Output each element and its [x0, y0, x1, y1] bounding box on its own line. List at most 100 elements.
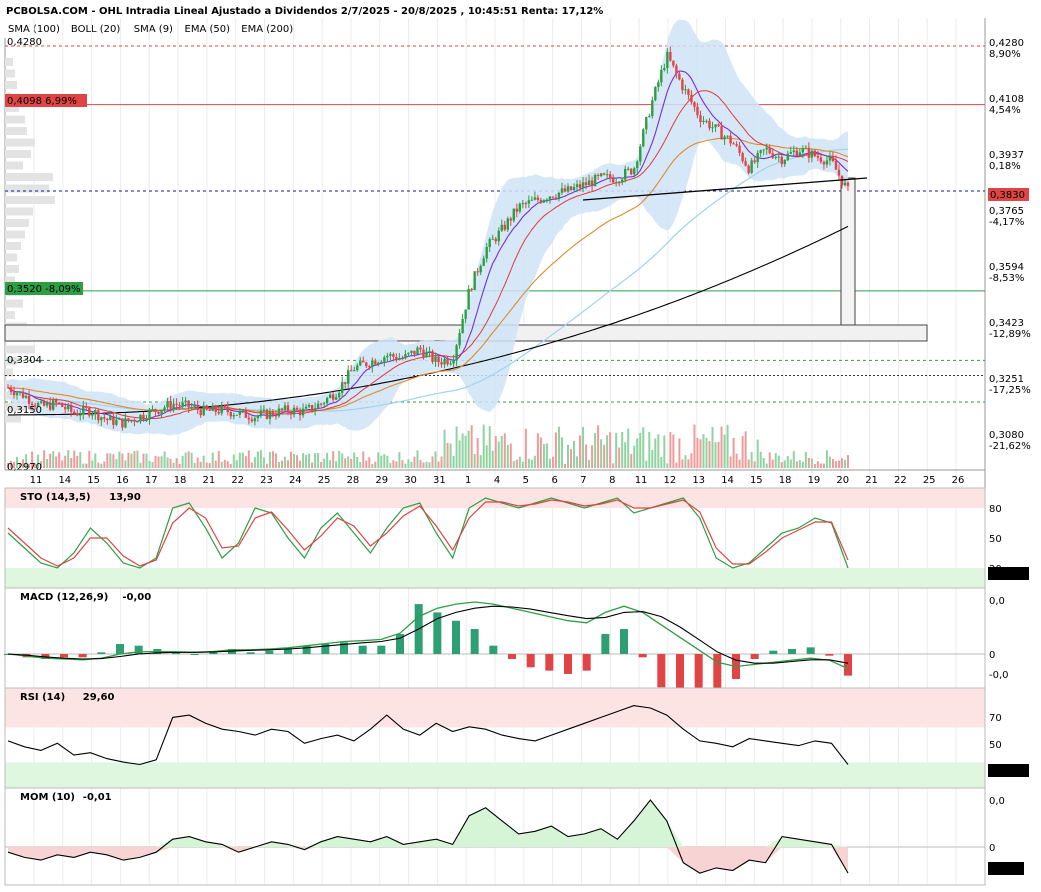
- volume-bar: [567, 444, 569, 468]
- candle-body: [825, 160, 829, 165]
- candle-body: [18, 391, 22, 393]
- candle-body: [449, 363, 452, 365]
- volume-bar: [723, 434, 726, 468]
- volume-profile-bar: [5, 265, 19, 273]
- volume-bar: [687, 459, 690, 468]
- volume-bar: [97, 462, 100, 468]
- volume-bar: [103, 461, 106, 468]
- candle-body: [566, 186, 570, 192]
- volume-bar: [654, 438, 657, 468]
- candle-body: [316, 403, 320, 409]
- candle-body: [160, 410, 163, 414]
- right-pct-tick: -8,53%: [989, 273, 1024, 284]
- volume-bar: [738, 459, 741, 468]
- volume-profile-bar: [5, 311, 15, 319]
- candle-body: [443, 359, 446, 365]
- x-tick-label: 14: [58, 475, 71, 486]
- volume-bar: [837, 460, 840, 468]
- right-pct-tick: -12,89%: [989, 329, 1031, 340]
- volume-bar: [807, 457, 810, 468]
- volume-bar: [512, 460, 515, 468]
- candle-body: [145, 419, 148, 421]
- candle-body: [247, 417, 251, 420]
- macd-histogram-bar: [246, 652, 255, 654]
- volume-bar: [88, 450, 91, 468]
- panel-title: MACD (12,26,9): [20, 592, 108, 603]
- volume-bar: [491, 450, 494, 468]
- x-tick-label: 11: [635, 475, 648, 486]
- volume-bar: [542, 444, 545, 468]
- volume-bar: [825, 450, 828, 468]
- candle-body: [533, 197, 537, 200]
- left-price-label: 0,3150: [7, 405, 42, 416]
- volume-bar: [503, 433, 506, 468]
- candle-body: [322, 403, 326, 405]
- candle-body: [127, 418, 130, 421]
- candle-body: [328, 394, 332, 398]
- candle-body: [262, 409, 266, 411]
- candle-body: [819, 157, 823, 162]
- candle-body: [232, 415, 236, 417]
- right-pct-tick: 0,18%: [989, 161, 1021, 172]
- candle-body: [362, 360, 365, 363]
- volume-bar: [121, 453, 124, 468]
- x-tick-label: 13: [692, 475, 705, 486]
- candle-body: [109, 415, 112, 421]
- volume-bar: [533, 455, 536, 468]
- candle-body: [777, 156, 780, 158]
- candle-body: [807, 147, 811, 158]
- candle-body: [584, 182, 588, 186]
- volume-bar: [795, 461, 798, 468]
- candle-body: [434, 356, 437, 362]
- candle-body: [121, 418, 124, 428]
- volume-bar: [184, 452, 187, 468]
- candle-body: [446, 359, 449, 365]
- rsi-level-tick: 50: [989, 740, 1002, 751]
- chart-canvas: PCBOLSA.COM - OHL Intradia Lineal Ajusta…: [4, 6, 1031, 886]
- volume-bar: [413, 456, 416, 468]
- macd-histogram-bar: [750, 654, 759, 659]
- volume-bar: [52, 451, 55, 468]
- volume-bar: [609, 432, 612, 468]
- volume-bar: [190, 452, 193, 468]
- candle-body: [753, 160, 756, 163]
- macd-histogram-bar: [377, 645, 386, 654]
- volume-bar: [241, 452, 244, 468]
- macd-histogram-bar: [358, 645, 367, 654]
- oversold-zone: [5, 762, 985, 788]
- volume-bar: [443, 429, 446, 468]
- volume-bar: [798, 460, 801, 468]
- candle-body: [506, 218, 509, 230]
- macd-histogram-bar: [526, 654, 535, 668]
- macd-histogram-bar: [284, 649, 292, 654]
- volume-profile-bar: [5, 345, 35, 354]
- volume-bar: [539, 437, 542, 468]
- candle-body: [560, 188, 564, 193]
- right-price-tick: 0,3080: [989, 430, 1024, 441]
- volume-bar: [582, 426, 585, 468]
- volume-bar: [422, 462, 425, 468]
- candle-body: [181, 402, 184, 406]
- volume-bar: [353, 452, 356, 468]
- volume-bar: [714, 442, 717, 468]
- volume-bar: [557, 426, 560, 468]
- volume-bar: [612, 463, 615, 468]
- panel-value: -0,01: [83, 792, 112, 803]
- candle-body: [545, 199, 549, 201]
- volume-bar: [600, 439, 603, 468]
- candle-body: [651, 100, 654, 117]
- candle-body: [88, 408, 91, 416]
- candle-body: [229, 412, 232, 417]
- volume-bar: [277, 461, 280, 468]
- x-tick-label: 24: [289, 475, 302, 486]
- macd-histogram-bar: [657, 654, 666, 688]
- volume-bar: [603, 444, 606, 468]
- volume-bar: [551, 456, 554, 468]
- candle-body: [813, 150, 817, 156]
- candle-body: [657, 82, 660, 87]
- volume-bar: [497, 441, 500, 468]
- candle-body: [524, 203, 528, 205]
- gap-box: [840, 177, 856, 326]
- volume-bar: [762, 458, 765, 468]
- candle-body: [356, 365, 359, 371]
